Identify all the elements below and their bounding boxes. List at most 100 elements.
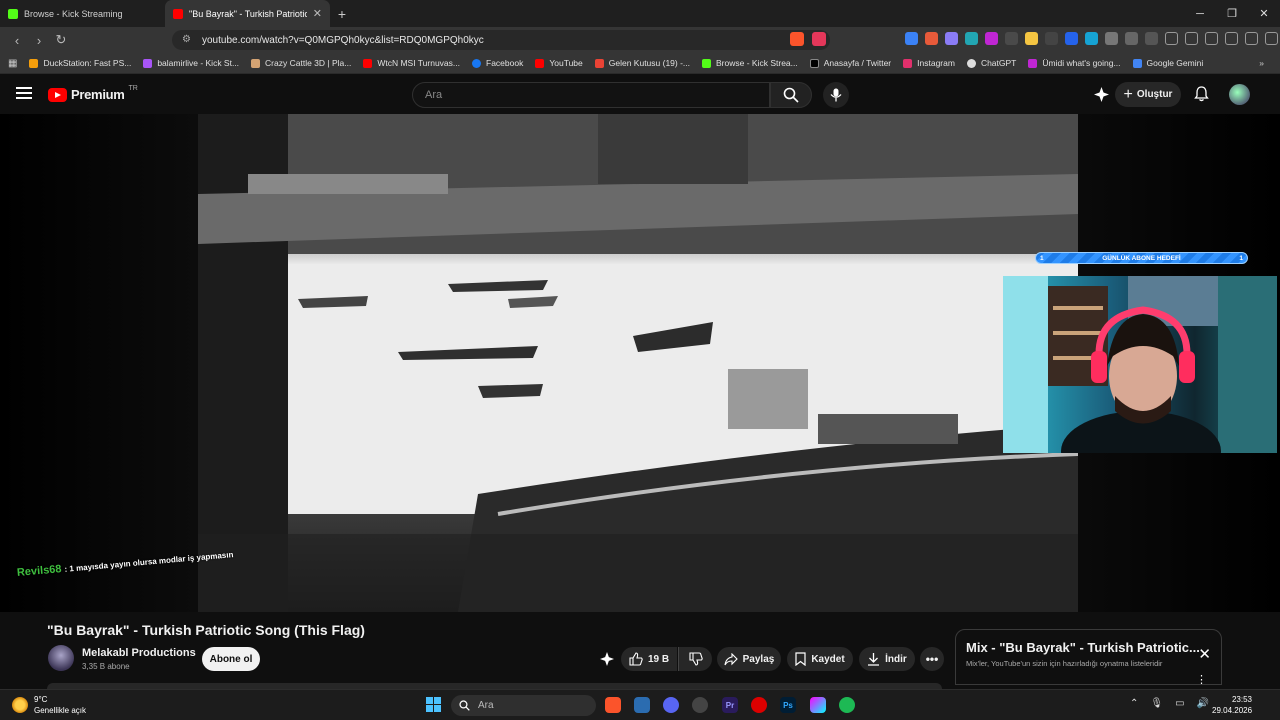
bookmark[interactable]: WtcN MSI Turnuvas... xyxy=(363,58,460,68)
media-icon[interactable] xyxy=(1165,32,1178,45)
bookmark[interactable]: Facebook xyxy=(472,58,523,68)
url-text: youtube.com/watch?v=Q0MGPQh0kyc&list=RDQ… xyxy=(202,34,484,46)
brave-shields-icon[interactable] xyxy=(790,32,804,46)
mix-title[interactable]: Mix - "Bu Bayrak" - Turkish Patriotic... xyxy=(966,640,1200,655)
channel-name[interactable]: Melakabl Productions xyxy=(82,647,196,659)
bookmark[interactable]: DuckStation: Fast PS... xyxy=(29,58,131,68)
search-input[interactable]: Ara xyxy=(412,82,770,108)
sidebar-icon[interactable] xyxy=(1185,32,1198,45)
x-icon xyxy=(809,58,819,68)
wallet-icon[interactable] xyxy=(1205,32,1218,45)
new-tab-button[interactable]: + xyxy=(330,0,354,27)
microphone-icon[interactable]: 🎙 xyxy=(1150,698,1163,709)
create-button[interactable]: + Oluştur xyxy=(1115,82,1181,107)
site-info-icon[interactable]: ⚙ xyxy=(182,34,191,45)
weather-widget[interactable]: 9°C Genellikle açık xyxy=(12,694,86,716)
app-icon[interactable] xyxy=(634,697,650,713)
spotify-icon[interactable] xyxy=(839,697,855,713)
close-icon[interactable]: ✕ xyxy=(1198,645,1211,663)
microphone-icon xyxy=(830,88,842,102)
search-icon xyxy=(459,700,470,711)
app-icon[interactable] xyxy=(810,697,826,713)
minimize-icon[interactable]: ─ xyxy=(1184,0,1216,27)
windows-start-icon[interactable] xyxy=(426,697,441,712)
forward-icon[interactable]: › xyxy=(28,29,50,51)
download-button[interactable]: İndir xyxy=(859,647,915,671)
close-tab-icon[interactable]: ✕ xyxy=(313,7,322,20)
like-button[interactable]: 19 B xyxy=(621,647,677,671)
tab-youtube[interactable]: "Bu Bayrak" - Turkish Patriotic So ✕ xyxy=(165,0,330,27)
more-icon: ••• xyxy=(925,652,939,666)
video-side-panel xyxy=(0,114,198,612)
bookmark[interactable]: YouTube xyxy=(535,58,583,68)
steam-icon[interactable] xyxy=(692,697,708,713)
tab-kick[interactable]: Browse - Kick Streaming xyxy=(0,0,165,27)
bookmark[interactable]: Instagram xyxy=(903,58,955,68)
more-bookmarks-icon[interactable]: » xyxy=(1259,58,1264,68)
extension-icon[interactable] xyxy=(1005,32,1018,45)
extension-icon[interactable] xyxy=(985,32,998,45)
extension-icon[interactable] xyxy=(1145,32,1158,45)
extension-icon[interactable] xyxy=(905,32,918,45)
mix-playlist-panel: Mix - "Bu Bayrak" - Turkish Patriotic...… xyxy=(955,629,1222,686)
close-window-icon[interactable]: ✕ xyxy=(1248,0,1280,27)
taskbar-search[interactable]: Ara xyxy=(451,695,596,716)
discord-icon[interactable] xyxy=(663,697,679,713)
chevron-up-icon[interactable]: ⌃ xyxy=(1130,698,1138,709)
bookmark[interactable]: Browse - Kick Strea... xyxy=(702,58,798,68)
volume-icon[interactable]: 🔊 xyxy=(1197,698,1209,709)
bookmark[interactable]: Google Gemini xyxy=(1132,58,1203,68)
share-button[interactable]: Paylaş xyxy=(717,647,781,671)
clock[interactable]: 23:53 29.04.2026 xyxy=(1212,694,1252,716)
apps-grid-icon[interactable]: ▦ xyxy=(8,58,17,69)
extension-icon[interactable] xyxy=(1105,32,1118,45)
bookmark-icon xyxy=(1028,58,1038,68)
more-vert-icon[interactable]: ⋮ xyxy=(1196,673,1207,686)
menu-icon[interactable] xyxy=(1265,32,1278,45)
extension-icon[interactable] xyxy=(965,32,978,45)
brave-rewards-icon[interactable] xyxy=(812,32,826,46)
voice-search-button[interactable] xyxy=(823,82,849,108)
subscribe-button[interactable]: Abone ol xyxy=(202,647,260,671)
bookmark[interactable]: ChatGPT xyxy=(966,58,1016,68)
extension-icon[interactable] xyxy=(1085,32,1098,45)
bookmark[interactable]: Anasayfa / Twitter xyxy=(809,58,891,68)
bookmark[interactable]: Crazy Cattle 3D | Pla... xyxy=(251,58,351,68)
bookmark[interactable]: balamirlive - Kick St... xyxy=(143,58,239,68)
extension-icon[interactable] xyxy=(1025,32,1038,45)
brave-icon[interactable] xyxy=(605,697,621,713)
more-actions-button[interactable]: ••• xyxy=(920,647,944,671)
address-bar[interactable]: ⚙ youtube.com/watch?v=Q0MGPQh0kyc&list=R… xyxy=(172,30,830,50)
youtube-logo[interactable]: Premium TR xyxy=(48,85,138,102)
bookmark-icon xyxy=(795,652,806,666)
extension-icon[interactable] xyxy=(945,32,958,45)
dislike-button[interactable] xyxy=(678,647,712,671)
premiere-icon[interactable]: Pr xyxy=(722,697,738,713)
bookmark[interactable]: Gelen Kutusu (19) -... xyxy=(594,58,690,68)
network-icon[interactable]: ▭ xyxy=(1175,698,1184,709)
notifications-icon[interactable] xyxy=(1193,86,1209,102)
account-avatar[interactable] xyxy=(1229,84,1250,105)
streamer-webcam xyxy=(1003,276,1277,453)
channel-avatar[interactable] xyxy=(48,645,74,671)
extension-icon[interactable] xyxy=(1045,32,1058,45)
video-frame[interactable] xyxy=(198,114,1078,612)
menu-icon[interactable] xyxy=(16,87,32,99)
opera-icon[interactable] xyxy=(751,697,767,713)
save-button[interactable]: Kaydet xyxy=(787,647,853,671)
reload-icon[interactable]: ↻ xyxy=(50,29,72,51)
photoshop-icon[interactable]: Ps xyxy=(780,697,796,713)
extension-icon[interactable] xyxy=(925,32,938,45)
premium-spark-button[interactable] xyxy=(597,647,617,671)
maximize-icon[interactable]: ❐ xyxy=(1216,0,1248,27)
video-player[interactable]: 1 GÜNLÜK ABONE HEDEFİ 1 Revils68 : 1 may… xyxy=(0,114,1280,612)
search-button[interactable] xyxy=(770,82,812,108)
leo-icon[interactable] xyxy=(1225,32,1238,45)
search-placeholder: Ara xyxy=(425,89,443,101)
extension-icon[interactable] xyxy=(1065,32,1078,45)
puzzle-icon[interactable] xyxy=(1125,32,1138,45)
premium-spark-icon[interactable] xyxy=(1093,86,1109,102)
back-icon[interactable]: ‹ xyxy=(6,29,28,51)
bookmark[interactable]: Ümidi what's going... xyxy=(1028,58,1121,68)
vpn-icon[interactable] xyxy=(1245,32,1258,45)
